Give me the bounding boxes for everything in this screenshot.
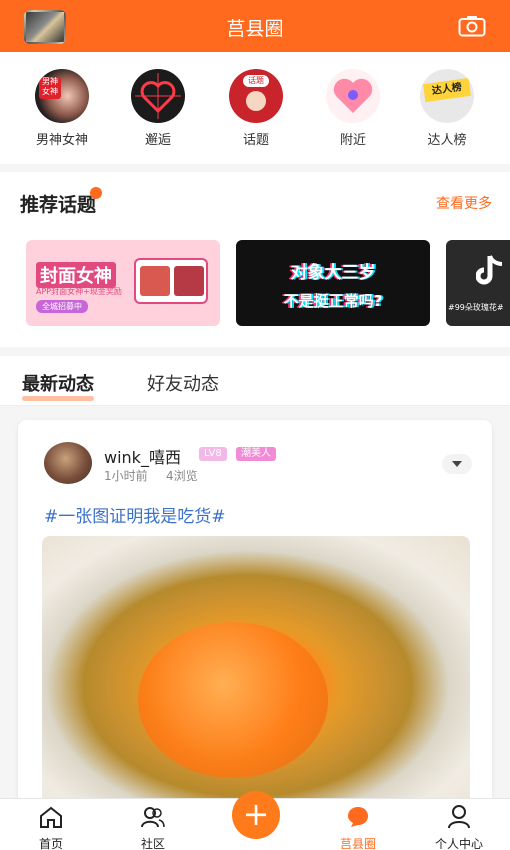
card-subtitle: 不是挺正常吗? bbox=[283, 292, 383, 310]
post-card[interactable]: wink_嘻西 LV8 潮美人 1小时前 4浏览 #一张图证明我是吃货# bbox=[18, 420, 492, 840]
tab-label: 个人中心 bbox=[434, 837, 483, 850]
circle-icon bbox=[348, 807, 368, 827]
see-more-link[interactable]: 查看更多 bbox=[436, 193, 492, 213]
nav-item-nearby[interactable]: 附近 bbox=[308, 69, 398, 148]
bottom-tabbar: 首页 社区 + 莒县圈 个人中心 bbox=[0, 791, 510, 850]
tag-badge: 潮美人 bbox=[236, 447, 276, 461]
topic-card[interactable]: 封面女神 APP封面女神+现金奖励 全城招募中 bbox=[26, 240, 220, 326]
camera-icon[interactable] bbox=[458, 15, 486, 37]
quick-nav: 男神 女神 男神女神 邂逅 话题 话题 附近 达人榜 达人榜 bbox=[0, 52, 510, 164]
app-header: 莒县圈 bbox=[0, 0, 510, 52]
username[interactable]: wink_嘻西 bbox=[104, 444, 181, 468]
egg-yolk-shape bbox=[138, 622, 328, 778]
avatar[interactable] bbox=[44, 442, 92, 484]
nav-item-encounter[interactable]: 邂逅 bbox=[113, 69, 203, 148]
tab-circle[interactable]: 莒县圈 bbox=[323, 805, 393, 850]
nearby-icon bbox=[326, 69, 380, 123]
section-title: 推荐话题 bbox=[20, 187, 103, 217]
profile-icon bbox=[448, 805, 470, 829]
tab-home[interactable]: 首页 bbox=[16, 805, 86, 850]
tab-label: 莒县圈 bbox=[339, 837, 376, 850]
ranking-icon: 达人榜 bbox=[420, 69, 474, 123]
nav-label: 邂逅 bbox=[144, 133, 171, 148]
tab-friends[interactable]: 好友动态 bbox=[147, 370, 219, 396]
music-note-icon bbox=[476, 255, 503, 285]
card-title: #99朵玫瑰花# bbox=[448, 303, 504, 312]
topic-icon: 话题 bbox=[229, 69, 283, 123]
tab-label: 首页 bbox=[38, 837, 63, 850]
post-time: 1小时前 bbox=[104, 469, 148, 483]
page-title: 莒县圈 bbox=[226, 18, 284, 40]
plus-icon[interactable]: + bbox=[232, 791, 280, 839]
recommend-section: 推荐话题 查看更多 封面女神 APP封面女神+现金奖励 全城招募中 对象大三岁 … bbox=[0, 172, 510, 347]
community-icon bbox=[141, 807, 165, 828]
card-title: 封面女神 bbox=[36, 262, 116, 288]
chevron-down-icon[interactable] bbox=[442, 454, 472, 474]
encounter-icon bbox=[131, 69, 185, 123]
feed-tabs: 最新动态 好友动态 bbox=[0, 356, 510, 406]
tab-underline bbox=[22, 396, 94, 401]
nav-label: 达人榜 bbox=[427, 133, 467, 148]
topic-card[interactable]: #99朵玫瑰花# bbox=[446, 240, 510, 326]
hot-dot-icon bbox=[90, 187, 103, 199]
home-icon bbox=[40, 806, 62, 828]
card-extra: 全城招募中 bbox=[36, 300, 88, 313]
card-photos bbox=[134, 258, 208, 304]
topic-card[interactable]: 对象大三岁 不是挺正常吗? bbox=[236, 240, 430, 326]
nav-item-gods[interactable]: 男神 女神 男神女神 bbox=[17, 69, 107, 148]
nav-item-ranking[interactable]: 达人榜 达人榜 bbox=[402, 69, 492, 148]
nav-label: 男神女神 bbox=[35, 133, 88, 148]
card-title: 对象大三岁 bbox=[290, 263, 376, 283]
level-badge: LV8 bbox=[199, 447, 227, 461]
gods-icon: 男神 女神 bbox=[35, 69, 89, 123]
tab-community[interactable]: 社区 bbox=[118, 805, 188, 850]
nav-label: 话题 bbox=[242, 133, 269, 148]
tab-latest[interactable]: 最新动态 bbox=[22, 370, 94, 401]
post-topic[interactable]: #一张图证明我是吃货# bbox=[44, 502, 226, 527]
post-views: 4浏览 bbox=[166, 469, 198, 483]
card-subtitle: APP封面女神+现金奖励 bbox=[36, 287, 122, 296]
tab-profile[interactable]: 个人中心 bbox=[424, 805, 494, 850]
nav-label: 附近 bbox=[339, 133, 366, 148]
nav-item-topic[interactable]: 话题 话题 bbox=[211, 69, 301, 148]
tab-label: 社区 bbox=[140, 837, 165, 850]
